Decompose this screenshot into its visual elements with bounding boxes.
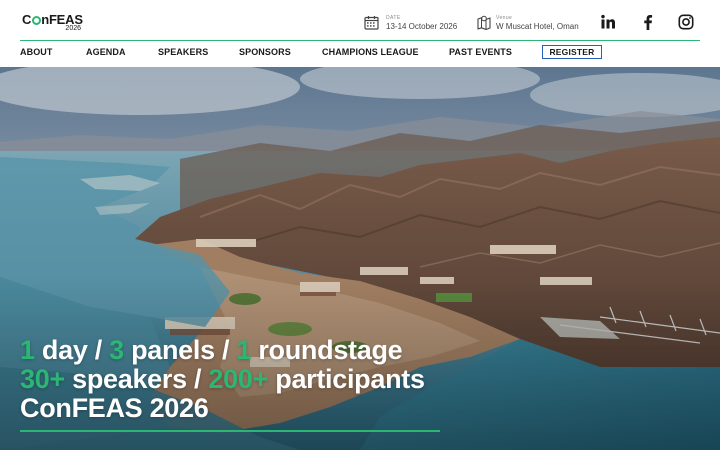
nav-champions-league[interactable]: CHAMPIONS LEAGUE — [322, 47, 419, 57]
calendar-icon — [364, 15, 379, 35]
nav-sponsors[interactable]: SPONSORS — [239, 47, 291, 57]
hero-title: ConFEAS 2026 — [20, 393, 209, 423]
event-venue: Venue W Muscat Hotel, Oman — [477, 15, 587, 33]
facebook-icon[interactable] — [640, 14, 658, 32]
hero-line-2: 30+ speakers / 200+ participants — [20, 364, 425, 394]
register-button[interactable]: REGISTER — [542, 45, 602, 59]
hero-line-1: 1 day / 3 panels / 1 roundstage — [20, 335, 403, 365]
logo-year: 2026 — [65, 25, 81, 32]
logo-o-mark — [31, 16, 41, 25]
nav-speakers[interactable]: SPEAKERS — [158, 47, 208, 57]
site-header: CnFEAS 2026 DATE 13-14 October 2026 Venu… — [0, 0, 720, 67]
nav-agenda[interactable]: AGENDA — [86, 47, 126, 57]
hero-divider — [20, 430, 440, 432]
header-divider — [20, 40, 700, 41]
confeas-logo[interactable]: CnFEAS 2026 — [22, 12, 86, 36]
date-value: 13-14 October 2026 — [386, 22, 458, 31]
date-label: DATE — [386, 15, 401, 21]
nav-about[interactable]: ABOUT — [20, 47, 53, 57]
event-date: DATE 13-14 October 2026 — [364, 15, 474, 33]
main-nav: ABOUT AGENDA SPEAKERS SPONSORS CHAMPIONS… — [0, 45, 720, 61]
nav-past-events[interactable]: PAST EVENTS — [449, 47, 512, 57]
map-icon — [477, 15, 491, 35]
venue-label: Venue — [496, 15, 513, 21]
hero-section: 1 day / 3 panels / 1 roundstage 30+ spea… — [0, 67, 720, 450]
venue-value: W Muscat Hotel, Oman — [496, 22, 579, 31]
instagram-icon[interactable] — [678, 14, 696, 32]
linkedin-icon[interactable] — [600, 14, 618, 32]
